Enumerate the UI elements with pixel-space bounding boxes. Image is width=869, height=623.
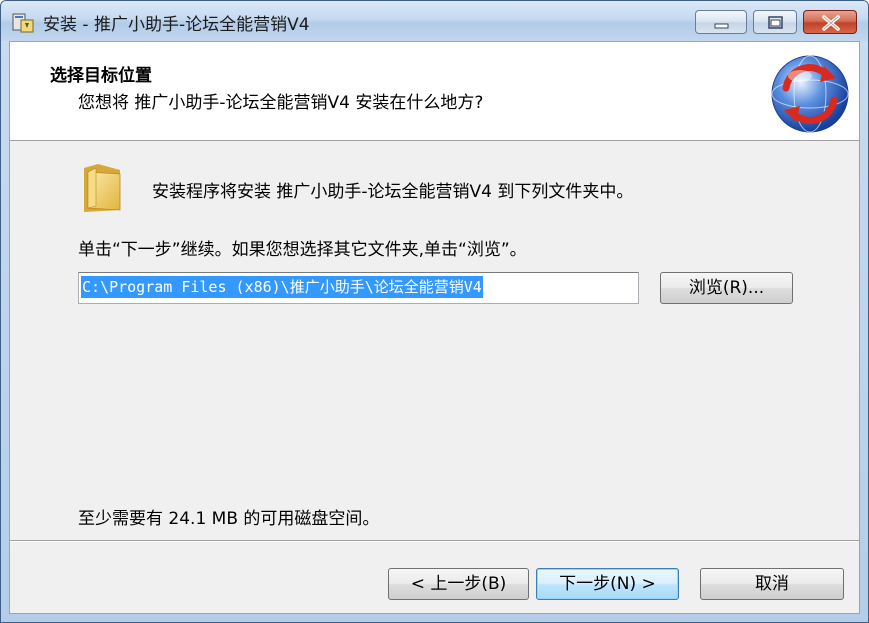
browse-button[interactable]: 浏览(R)...: [660, 272, 793, 304]
folder-icon: [84, 164, 121, 212]
maximize-icon: [768, 16, 783, 29]
title-bar[interactable]: 安装 - 推广小助手-论坛全能营销V4: [1, 1, 868, 41]
minimize-icon: [714, 23, 729, 29]
close-button[interactable]: [803, 10, 857, 34]
next-button[interactable]: 下一步(N) >: [536, 568, 679, 600]
wizard-client-area: 选择目标位置 您想将 推广小助手-论坛全能营销V4 安装在什么地方? 安装程序将…: [9, 41, 860, 614]
maximize-button[interactable]: [753, 10, 797, 34]
installer-icon: [12, 13, 34, 33]
install-path-input[interactable]: C:\Program Files (x86)\推广小助手\论坛全能营销V4: [78, 272, 639, 304]
instruction-text: 单击“下一步”继续。如果您想选择其它文件夹,单击“浏览”。: [78, 240, 527, 260]
disk-space-text: 至少需要有 24.1 MB 的可用磁盘空间。: [78, 509, 380, 529]
wizard-header: 选择目标位置 您想将 推广小助手-论坛全能营销V4 安装在什么地方?: [10, 42, 859, 141]
page-title: 选择目标位置: [50, 66, 152, 86]
install-path-value: C:\Program Files (x86)\推广小助手\论坛全能营销V4: [81, 276, 483, 298]
window-title: 安装 - 推广小助手-论坛全能营销V4: [43, 15, 310, 35]
installer-window: 安装 - 推广小助手-论坛全能营销V4 选择目标位置 您想将 推广小助手-论坛全…: [0, 0, 869, 623]
globe-refresh-icon: [771, 55, 849, 133]
page-subtitle: 您想将 推广小助手-论坛全能营销V4 安装在什么地方?: [78, 93, 484, 113]
close-icon: [822, 15, 840, 31]
minimize-button[interactable]: [695, 10, 747, 34]
cancel-button[interactable]: 取消: [700, 568, 844, 600]
footer-separator: [10, 540, 859, 542]
intro-text: 安装程序将安装 推广小助手-论坛全能营销V4 到下列文件夹中。: [152, 182, 634, 202]
back-button[interactable]: < 上一步(B): [388, 568, 529, 600]
